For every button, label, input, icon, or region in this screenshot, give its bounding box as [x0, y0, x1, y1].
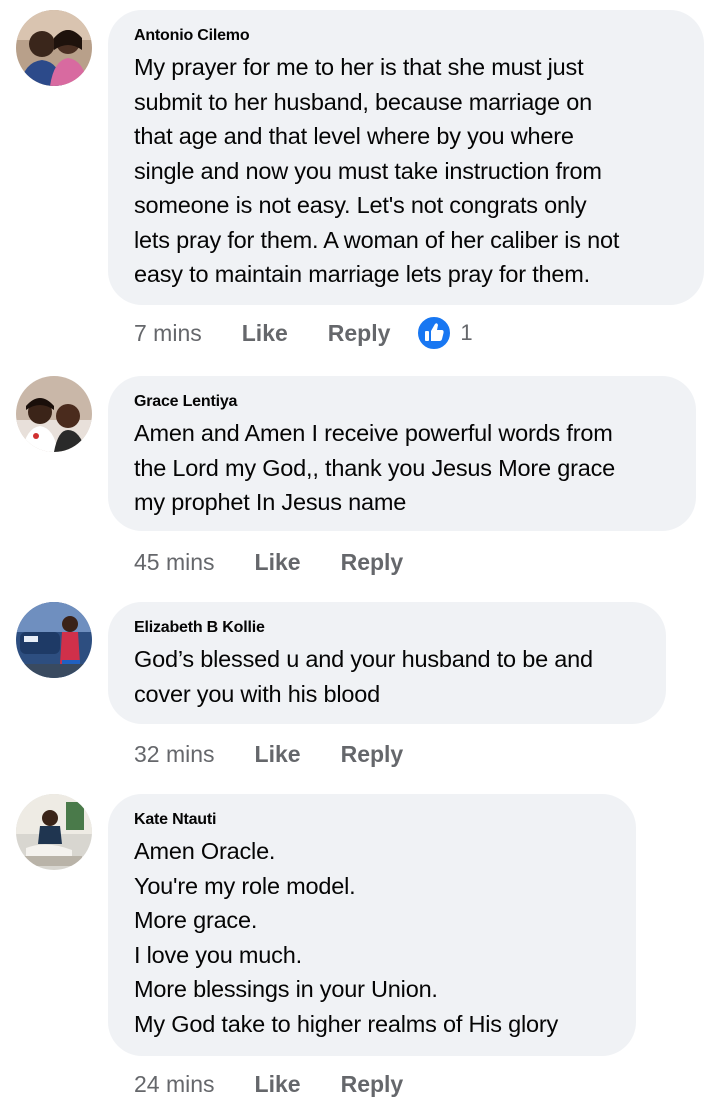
- like-button[interactable]: Like: [255, 741, 301, 768]
- comment-bubble: Grace Lentiya Amen and Amen I receive po…: [108, 376, 696, 531]
- like-button[interactable]: Like: [255, 549, 301, 576]
- comment-author[interactable]: Elizabeth B Kollie: [134, 618, 640, 638]
- comment-timestamp[interactable]: 45 mins: [134, 549, 215, 576]
- comment-actions: 32 mins Like Reply: [134, 737, 429, 771]
- comment-actions: 24 mins Like Reply: [134, 1067, 429, 1101]
- comment-text: Amen Oracle. You're my role model. More …: [134, 838, 559, 1037]
- thumbs-up-icon: [416, 315, 453, 351]
- like-button[interactable]: Like: [255, 1071, 301, 1098]
- avatar[interactable]: [16, 376, 92, 452]
- comment-timestamp[interactable]: 24 mins: [134, 1071, 215, 1098]
- reaction-count: 1: [460, 320, 473, 345]
- comment-timestamp[interactable]: 7 mins: [134, 320, 202, 347]
- avatar[interactable]: [16, 794, 92, 870]
- reply-button[interactable]: Reply: [341, 741, 404, 768]
- avatar[interactable]: [16, 10, 92, 86]
- reply-button[interactable]: Reply: [328, 320, 391, 347]
- avatar[interactable]: [16, 602, 92, 678]
- comment-author[interactable]: Kate Ntauti: [134, 810, 610, 830]
- reaction-summary[interactable]: 1: [416, 315, 473, 351]
- comment-actions: 7 mins Like Reply 1: [134, 315, 473, 351]
- comment-text: God’s blessed u and your husband to be a…: [134, 646, 593, 707]
- reply-button[interactable]: Reply: [341, 1071, 404, 1098]
- comment-bubble: Kate Ntauti Amen Oracle. You're my role …: [108, 794, 636, 1056]
- comment-author[interactable]: Antonio Cilemo: [134, 26, 678, 46]
- reply-button[interactable]: Reply: [341, 549, 404, 576]
- comment-timestamp[interactable]: 32 mins: [134, 741, 215, 768]
- like-button[interactable]: Like: [242, 320, 288, 347]
- comment-text: Amen and Amen I receive powerful words f…: [134, 420, 616, 515]
- comment-text: My prayer for me to her is that she must…: [134, 54, 620, 287]
- comment-author[interactable]: Grace Lentiya: [134, 392, 670, 412]
- comment-bubble: Elizabeth B Kollie God’s blessed u and y…: [108, 602, 666, 724]
- comment-bubble: Antonio Cilemo My prayer for me to her i…: [108, 10, 704, 305]
- comment-actions: 45 mins Like Reply: [134, 545, 429, 579]
